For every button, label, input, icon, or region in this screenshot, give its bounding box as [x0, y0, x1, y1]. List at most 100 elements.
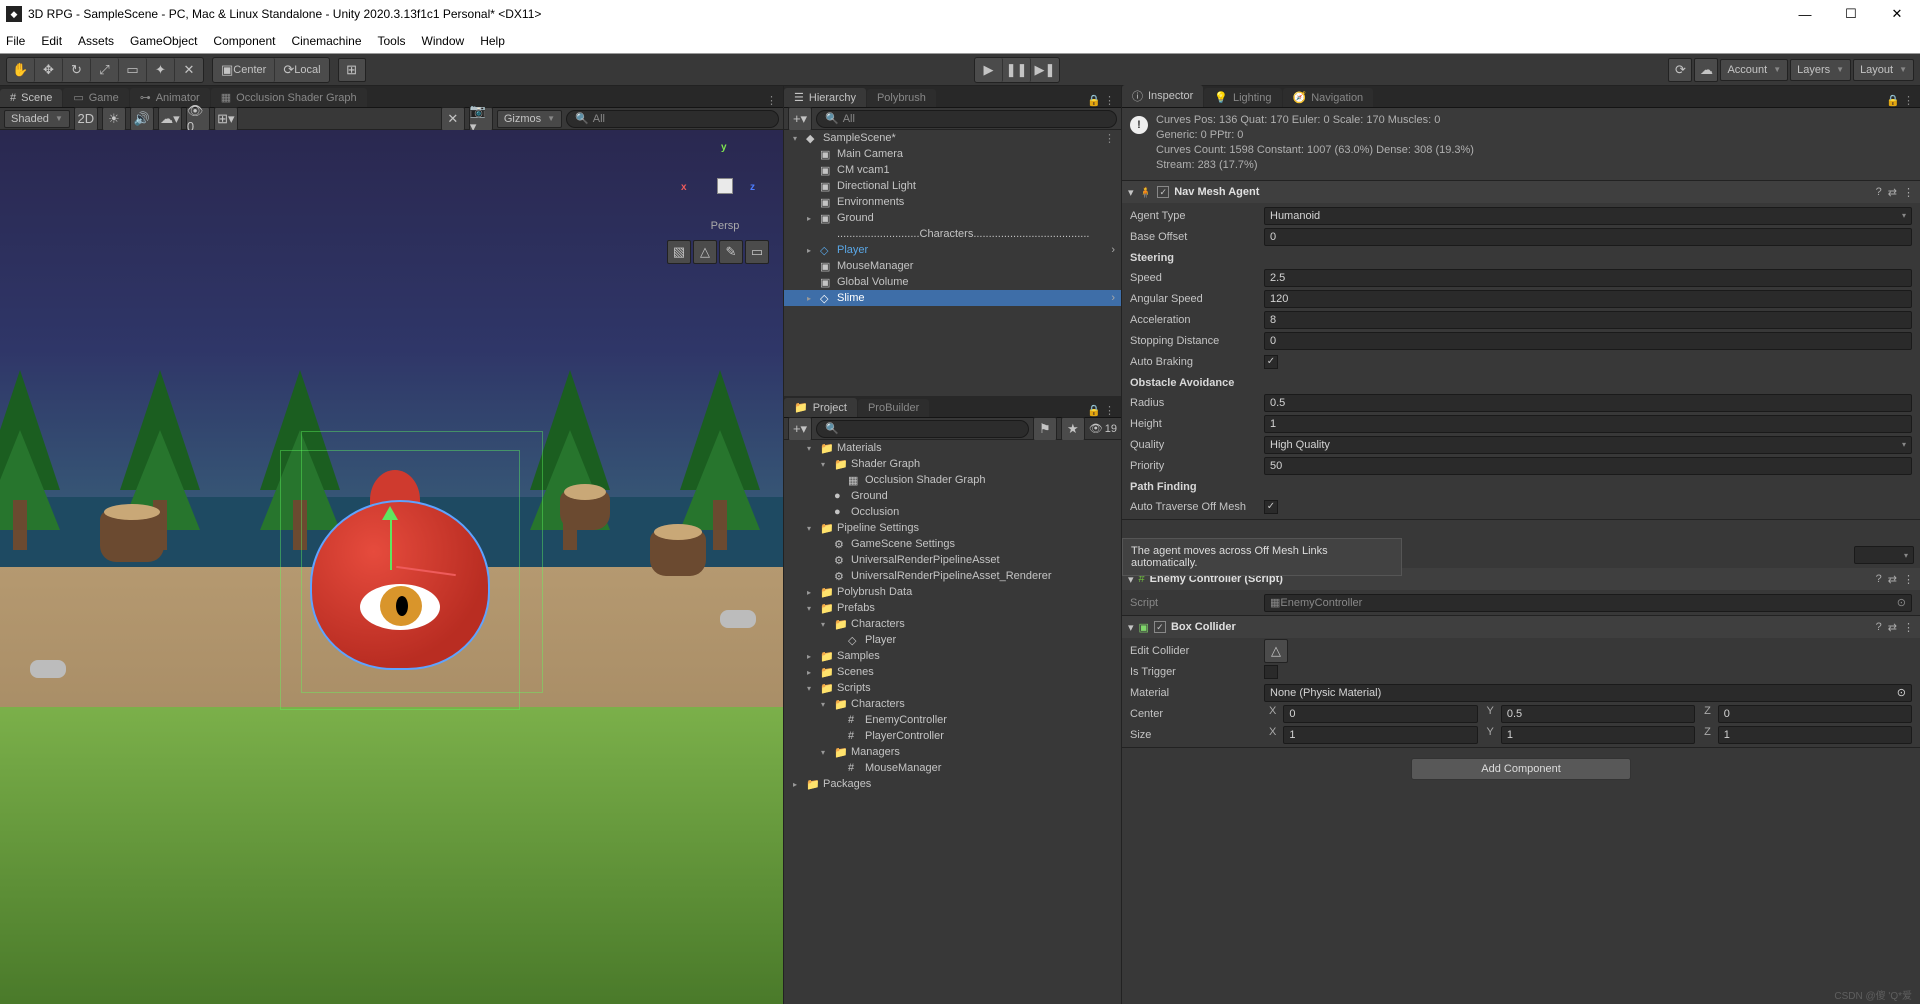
scene-search[interactable]: 🔍All [566, 110, 779, 128]
preset-icon[interactable]: ⇄ [1888, 573, 1897, 586]
menu-window[interactable]: Window [422, 34, 465, 48]
center-x-field[interactable]: 0 [1283, 705, 1477, 723]
overlay-shade-icon[interactable]: ▧ [667, 240, 691, 264]
project-item[interactable]: ⚙GameScene Settings [784, 536, 1121, 552]
play-button-icon[interactable]: ▶ [975, 58, 1003, 82]
hierarchy-item[interactable]: ▾◆SampleScene*⋮ [784, 130, 1121, 146]
menu-cinemachine[interactable]: Cinemachine [291, 34, 361, 48]
edit-collider-button[interactable]: △ [1264, 639, 1288, 663]
hierarchy-lock-icon[interactable]: 🔒 ⋮ [1081, 94, 1121, 107]
hierarchy-item[interactable]: ▸◇Slime› [784, 290, 1121, 306]
scene-viewport[interactable]: ▧ △ ✎ ▭ y x z Persp [0, 130, 783, 1004]
filter-label-icon[interactable]: ★ [1061, 417, 1085, 441]
step-button-icon[interactable]: ▶❚ [1031, 58, 1059, 82]
project-lock-icon[interactable]: 🔒 ⋮ [1081, 404, 1121, 417]
physic-material-field[interactable]: None (Physic Material)⊙ [1264, 684, 1912, 702]
height-field[interactable]: 1 [1264, 415, 1912, 433]
hierarchy-item[interactable]: ▣Directional Light [784, 178, 1121, 194]
transform-tool-icon[interactable]: ✦ [147, 58, 175, 82]
foldout-icon[interactable]: ▾ [1128, 621, 1134, 634]
audio-toggle-icon[interactable]: 🔊 [130, 107, 154, 131]
menu-assets[interactable]: Assets [78, 34, 114, 48]
project-item[interactable]: ▦Occlusion Shader Graph [784, 472, 1121, 488]
hierarchy-tree[interactable]: ▾◆SampleScene*⋮▣Main Camera▣CM vcam1▣Dir… [784, 130, 1121, 396]
menu-file[interactable]: File [6, 34, 25, 48]
hierarchy-item[interactable]: ...........................Characters...… [784, 226, 1121, 242]
hierarchy-search[interactable]: 🔍All [816, 110, 1117, 128]
menu-gameobject[interactable]: GameObject [130, 34, 197, 48]
center-y-field[interactable]: 0.5 [1501, 705, 1695, 723]
tab-probuilder[interactable]: ProBuilder [858, 399, 929, 417]
radius-field[interactable]: 0.5 [1264, 394, 1912, 412]
project-item[interactable]: #MouseManager [784, 760, 1121, 776]
quality-dropdown[interactable]: High Quality [1264, 436, 1912, 454]
size-z-field[interactable]: 1 [1718, 726, 1912, 744]
hierarchy-item[interactable]: ▣CM vcam1 [784, 162, 1121, 178]
tab-shader-graph[interactable]: ▦Occlusion Shader Graph [211, 88, 367, 107]
auto-traverse-checkbox[interactable]: ✓ [1264, 500, 1278, 514]
project-item[interactable]: ⚙UniversalRenderPipelineAsset [784, 552, 1121, 568]
agent-type-dropdown[interactable]: Humanoid [1264, 207, 1912, 225]
base-offset-field[interactable]: 0 [1264, 228, 1912, 246]
pivot-local-button[interactable]: ⟳ Local [275, 58, 328, 82]
help-icon[interactable]: ? [1876, 573, 1882, 586]
inspector-lock-icon[interactable]: 🔒 ⋮ [1880, 94, 1920, 107]
menu-edit[interactable]: Edit [41, 34, 62, 48]
close-button[interactable]: ✕ [1874, 0, 1920, 28]
filter-type-icon[interactable]: ⚑ [1033, 417, 1057, 441]
project-item[interactable]: ●Ground [784, 488, 1121, 504]
component-enable-checkbox[interactable]: ✓ [1154, 621, 1166, 633]
hidden-dropdown[interactable] [1854, 546, 1914, 564]
project-item[interactable]: ▸📁Scenes [784, 664, 1121, 680]
overlay-light-icon[interactable]: ✎ [719, 240, 743, 264]
tab-hierarchy[interactable]: ☰Hierarchy [784, 88, 866, 107]
project-item[interactable]: #PlayerController [784, 728, 1121, 744]
tab-navigation[interactable]: 🧭Navigation [1283, 88, 1374, 107]
more-icon[interactable]: ⋮ [1903, 621, 1914, 634]
priority-field[interactable]: 50 [1264, 457, 1912, 475]
project-item[interactable]: ▸📁Packages [784, 776, 1121, 792]
tab-polybrush[interactable]: Polybrush [867, 89, 936, 107]
auto-braking-checkbox[interactable]: ✓ [1264, 355, 1278, 369]
preset-icon[interactable]: ⇄ [1888, 186, 1897, 199]
hidden-toggle-icon[interactable]: 👁0 [186, 107, 210, 131]
tab-game[interactable]: ▭Game [63, 88, 128, 107]
angular-speed-field[interactable]: 120 [1264, 290, 1912, 308]
project-item[interactable]: ▾📁Scripts [784, 680, 1121, 696]
project-item[interactable]: ▸📁Polybrush Data [784, 584, 1121, 600]
project-item[interactable]: ▾📁Managers [784, 744, 1121, 760]
pause-button-icon[interactable]: ❚❚ [1003, 58, 1031, 82]
hierarchy-item[interactable]: ▸▣Ground [784, 210, 1121, 226]
scale-tool-icon[interactable]: ⤢ [91, 58, 119, 82]
light-toggle-icon[interactable]: ☀ [102, 107, 126, 131]
project-item[interactable]: ⚙UniversalRenderPipelineAsset_Renderer [784, 568, 1121, 584]
tab-lighting[interactable]: 💡Lighting [1204, 88, 1281, 107]
hand-tool-icon[interactable]: ✋ [7, 58, 35, 82]
project-item[interactable]: ▾📁Pipeline Settings [784, 520, 1121, 536]
component-enable-checkbox[interactable]: ✓ [1157, 186, 1169, 198]
grid-toggle-icon[interactable]: ⊞▾ [214, 107, 238, 131]
2d-toggle[interactable]: 2D [74, 107, 98, 131]
overlay-collider-icon[interactable]: ▭ [745, 240, 769, 264]
persp-label[interactable]: Persp [683, 220, 767, 232]
project-item[interactable]: ▾📁Shader Graph [784, 456, 1121, 472]
pivot-center-button[interactable]: ▣ Center [213, 58, 275, 82]
menu-component[interactable]: Component [213, 34, 275, 48]
move-tool-icon[interactable]: ✥ [35, 58, 63, 82]
project-item[interactable]: ●Occlusion [784, 504, 1121, 520]
hierarchy-item[interactable]: ▣Environments [784, 194, 1121, 210]
maximize-button[interactable]: ☐ [1828, 0, 1874, 28]
tab-inspector[interactable]: ⓘInspector [1122, 85, 1203, 107]
more-icon[interactable]: ⋮ [1903, 573, 1914, 586]
tab-scene[interactable]: #Scene [0, 89, 62, 107]
size-y-field[interactable]: 1 [1501, 726, 1695, 744]
project-item[interactable]: #EnemyController [784, 712, 1121, 728]
cloud-icon[interactable]: ☁ [1694, 58, 1718, 82]
shading-dropdown[interactable]: Shaded▼ [4, 110, 70, 128]
hierarchy-item[interactable]: ▣Global Volume [784, 274, 1121, 290]
is-trigger-checkbox[interactable] [1264, 665, 1278, 679]
foldout-icon[interactable]: ▾ [1128, 186, 1134, 199]
rotate-tool-icon[interactable]: ↻ [63, 58, 91, 82]
tool-icon[interactable]: ✕ [441, 107, 465, 131]
tab-options-icon[interactable]: ⋮ [760, 94, 783, 107]
